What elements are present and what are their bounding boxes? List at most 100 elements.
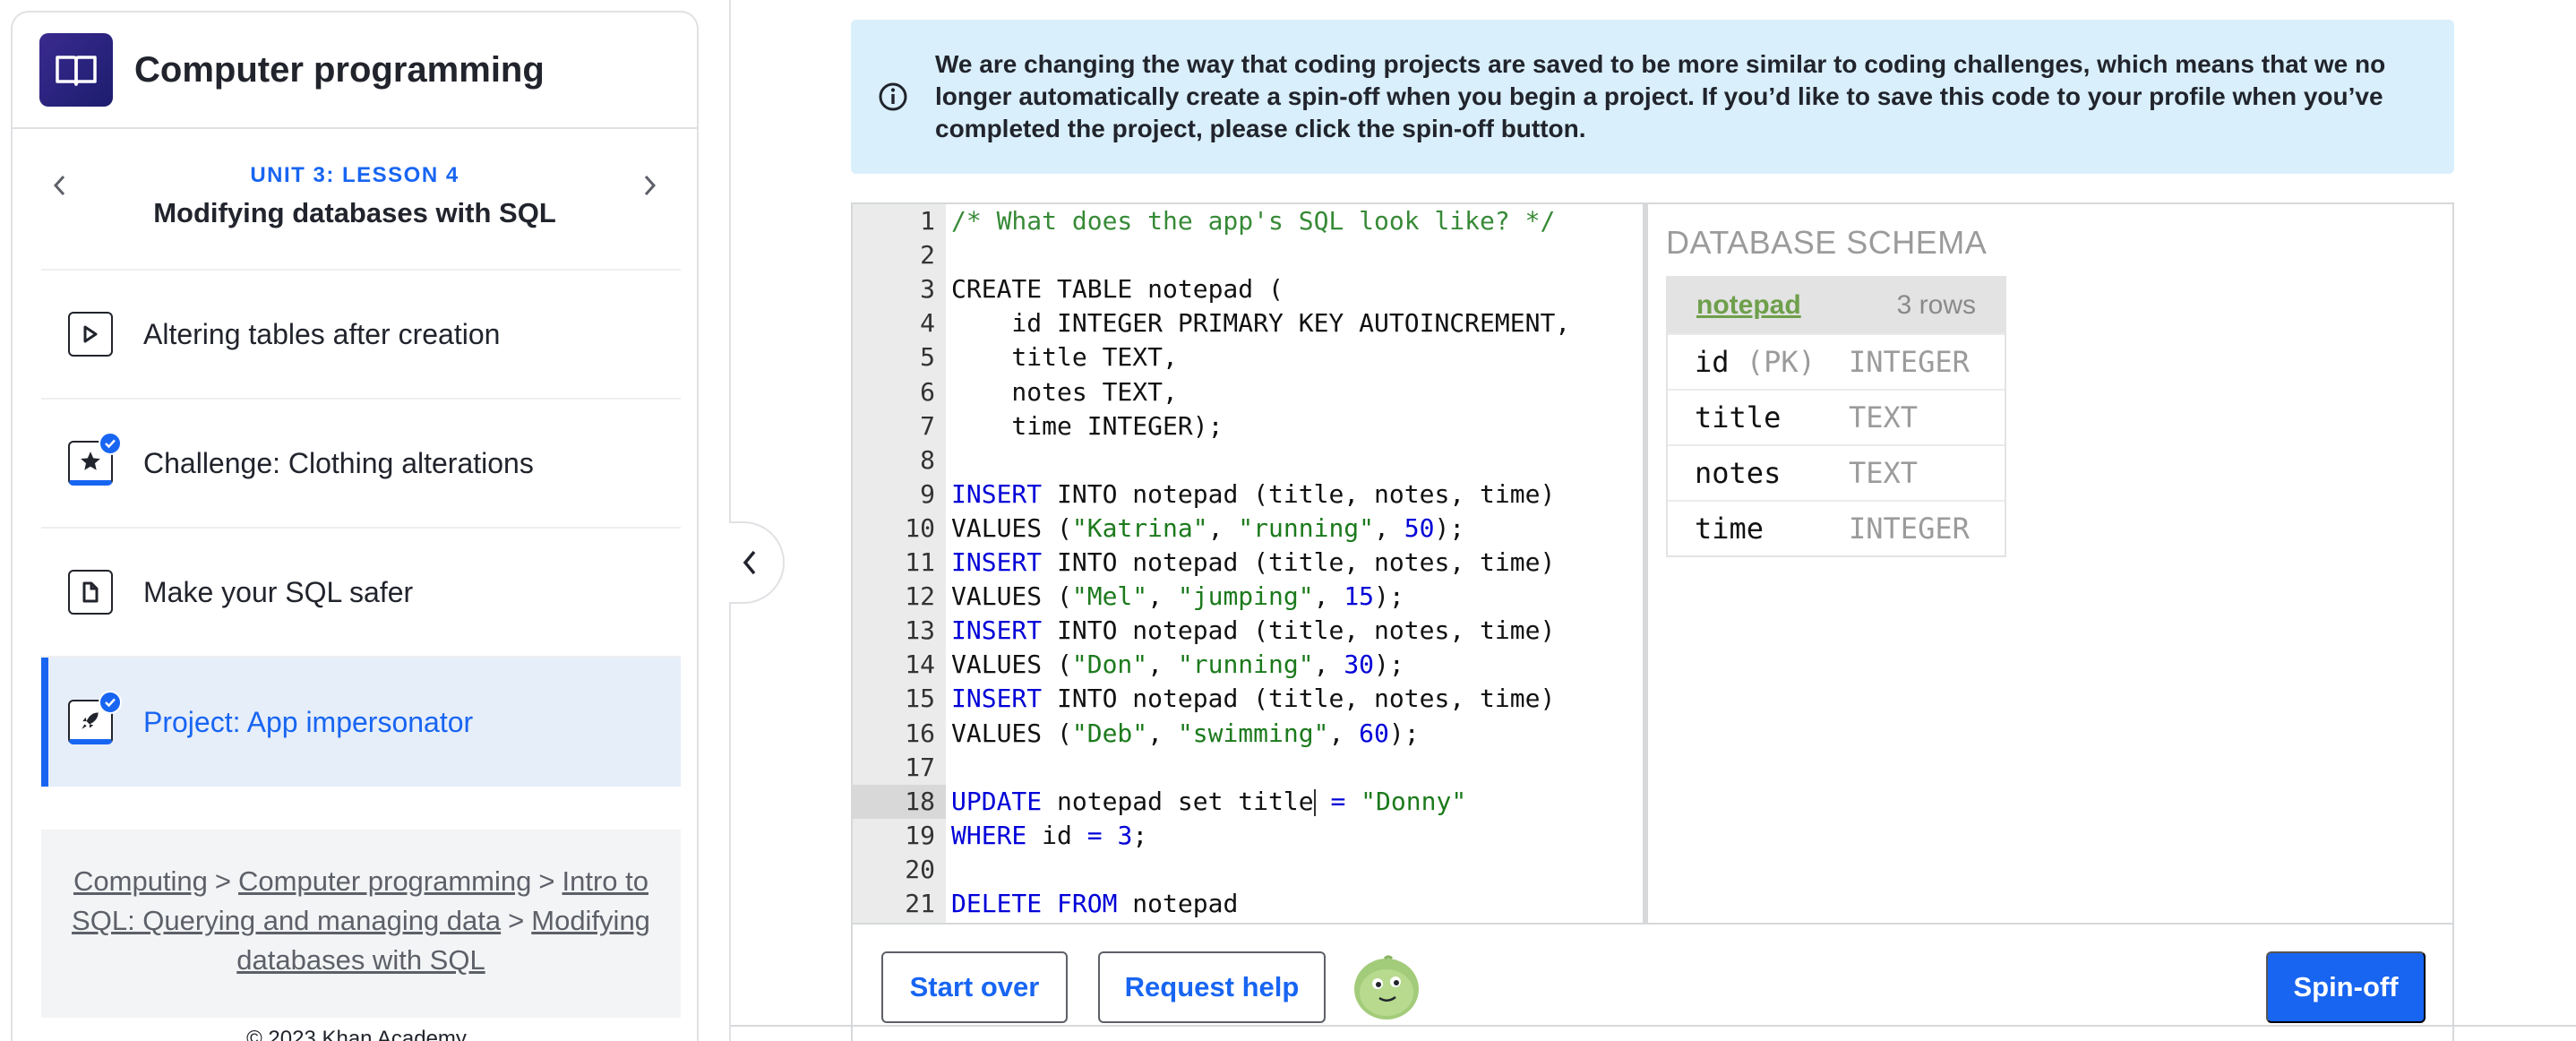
collapse-sidebar-button[interactable]: [729, 521, 785, 604]
code-line[interactable]: 8: [853, 443, 1643, 477]
breadcrumb-separator: >: [214, 865, 232, 897]
lesson-item-sql-safer[interactable]: Make your SQL safer: [41, 529, 681, 658]
code-line[interactable]: 7 time INTEGER);: [853, 409, 1643, 443]
line-number: 19: [905, 820, 935, 850]
line-number: 5: [920, 342, 935, 373]
sidebar-divider: [729, 0, 731, 1041]
line-number: 4: [920, 308, 935, 339]
banner-message: We are changing the way that coding proj…: [935, 50, 2386, 142]
code-line[interactable]: 4 id INTEGER PRIMARY KEY AUTOINCREMENT,: [853, 306, 1643, 340]
code-text: title TEXT,: [951, 342, 1178, 373]
code-text: INSERT INTO notepad (title, notes, time): [951, 684, 1556, 714]
code-line[interactable]: 11 INSERT INTO notepad (title, notes, tim…: [853, 546, 1643, 580]
code-line[interactable]: 2: [853, 238, 1643, 272]
primary-key-marker: (PK): [1746, 345, 1816, 379]
line-number: 3: [920, 274, 935, 305]
copyright: © 2023 Khan Academy: [246, 1027, 467, 1041]
line-number: 14: [905, 650, 935, 680]
breadcrumb: Computing > Computer programming > Intro to …: [41, 830, 681, 1018]
breadcrumb-link-computing[interactable]: Computing: [73, 865, 208, 897]
info-banner: We are changing the way that coding proj…: [851, 20, 2454, 174]
code-line[interactable]: 6 notes TEXT,: [853, 375, 1643, 409]
editor-toolbar: Start over Request help Spin-off: [853, 923, 2452, 1041]
spin-off-button[interactable]: Spin-off: [2266, 951, 2426, 1023]
code-line[interactable]: 10 VALUES ("Katrina", "running", 50);: [853, 512, 1643, 546]
line-number: 1: [920, 206, 935, 236]
column-name: title: [1695, 400, 1782, 434]
code-line[interactable]: 19 WHERE id = 3;: [853, 819, 1643, 853]
code-text: VALUES ("Katrina", "running", 50);: [951, 512, 1465, 543]
line-number: 11: [905, 547, 935, 577]
schema-row: id (PK) INTEGER: [1668, 333, 2005, 389]
column-name-text: id: [1695, 345, 1730, 379]
lesson-item-label: Project: App impersonator: [143, 705, 474, 738]
code-editor-panel: 1 /* What does the app's SQL look like? *…: [851, 202, 2454, 1041]
rocket-icon: [68, 691, 122, 744]
course-header[interactable]: Computer programming: [13, 13, 697, 129]
code-line[interactable]: 18 UPDATE notepad set title = "Donny": [853, 784, 1643, 819]
schema-row: title TEXT: [1668, 389, 2005, 444]
column-type: TEXT: [1849, 456, 1919, 490]
code-line[interactable]: 13 INSERT INTO notepad (title, notes, tim…: [853, 614, 1643, 648]
code-text: INSERT INTO notepad (title, notes, time): [951, 547, 1556, 577]
lesson-item-label: Altering tables after creation: [143, 317, 501, 350]
code-line[interactable]: 12 VALUES ("Mel", "jumping", 15);: [853, 580, 1643, 614]
line-number: 12: [905, 581, 935, 612]
code-line[interactable]: 20: [853, 853, 1643, 887]
code-line[interactable]: 16 VALUES ("Deb", "swimming", 60);: [853, 717, 1643, 751]
book-icon: [39, 33, 113, 107]
code-text: DELETE FROM notepad: [951, 889, 1239, 918]
code-text: UPDATE notepad set title = "Donny": [951, 786, 1467, 816]
code-line[interactable]: 21 DELETE FROM notepad: [853, 887, 1643, 921]
line-number: 2: [920, 240, 935, 271]
code-text: WHERE id = 3;: [951, 820, 1148, 850]
code-text: INSERT INTO notepad (title, notes, time): [951, 478, 1556, 509]
line-number: 9: [920, 478, 935, 509]
request-help-button[interactable]: Request help: [1098, 951, 1326, 1023]
schema-title: DATABASE SCHEMA: [1666, 224, 1988, 261]
unit-label: UNIT 3: LESSON 4: [250, 163, 459, 187]
schema-row: time INTEGER: [1668, 500, 2005, 555]
code-line[interactable]: 5 title TEXT,: [853, 340, 1643, 374]
lesson-item-altering-tables[interactable]: Altering tables after creation: [41, 271, 681, 400]
code-line[interactable]: 15 INSERT INTO notepad (title, notes, tim…: [853, 682, 1643, 716]
table-name-link[interactable]: notepad: [1696, 290, 1801, 321]
previous-lesson-button[interactable]: [39, 165, 81, 206]
column-name: id (PK): [1695, 345, 1849, 379]
lesson-item-app-impersonator[interactable]: Project: App impersonator: [41, 658, 681, 787]
text-cursor: [1313, 788, 1316, 816]
lesson-item-label: Challenge: Clothing alterations: [143, 446, 534, 479]
line-number: 10: [905, 512, 935, 543]
code-line[interactable]: 1 /* What does the app's SQL look like? *…: [853, 204, 1643, 238]
column-type: TEXT: [1849, 400, 1919, 434]
schema-row: notes TEXT: [1668, 444, 2005, 500]
code-line[interactable]: 9 INSERT INTO notepad (title, notes, time…: [853, 477, 1643, 512]
row-count: 3 rows: [1896, 290, 1976, 320]
course-sidebar: Computer programming UNIT 3: LESSON 4 Mo…: [11, 11, 699, 1041]
next-lesson-button[interactable]: [629, 165, 670, 206]
breadcrumb-link-computer-programming[interactable]: Computer programming: [238, 865, 531, 897]
line-number: 17: [905, 752, 935, 782]
database-schema-panel: DATABASE SCHEMA notepad 3 rows id (PK) I…: [1648, 204, 2452, 923]
chevron-left-icon: [743, 550, 756, 575]
avatar[interactable]: [1352, 953, 1421, 1021]
code-line[interactable]: 3 CREATE TABLE notepad (: [853, 272, 1643, 306]
line-number: 15: [905, 684, 935, 714]
start-over-button[interactable]: Start over: [881, 951, 1068, 1023]
line-number: 13: [905, 615, 935, 646]
code-line[interactable]: 14 VALUES ("Don", "running", 30);: [853, 648, 1643, 682]
play-icon: [68, 312, 113, 357]
course-title[interactable]: Computer programming: [134, 50, 545, 90]
lesson-item-label: Make your SQL safer: [143, 575, 414, 608]
schema-table-header: notepad 3 rows: [1668, 278, 2005, 333]
lesson-item-clothing-alterations[interactable]: Challenge: Clothing alterations: [41, 400, 681, 529]
line-number: 7: [920, 410, 935, 441]
line-number: 18: [853, 784, 946, 819]
code-line[interactable]: 17: [853, 751, 1643, 785]
completed-check-icon: [99, 691, 122, 714]
column-type: INTEGER: [1849, 345, 1970, 379]
code-text: INSERT INTO notepad (title, notes, time): [951, 615, 1556, 646]
completed-check-icon: [99, 432, 122, 455]
code-editor[interactable]: 1 /* What does the app's SQL look like? *…: [853, 204, 1648, 923]
document-icon: [68, 570, 113, 615]
